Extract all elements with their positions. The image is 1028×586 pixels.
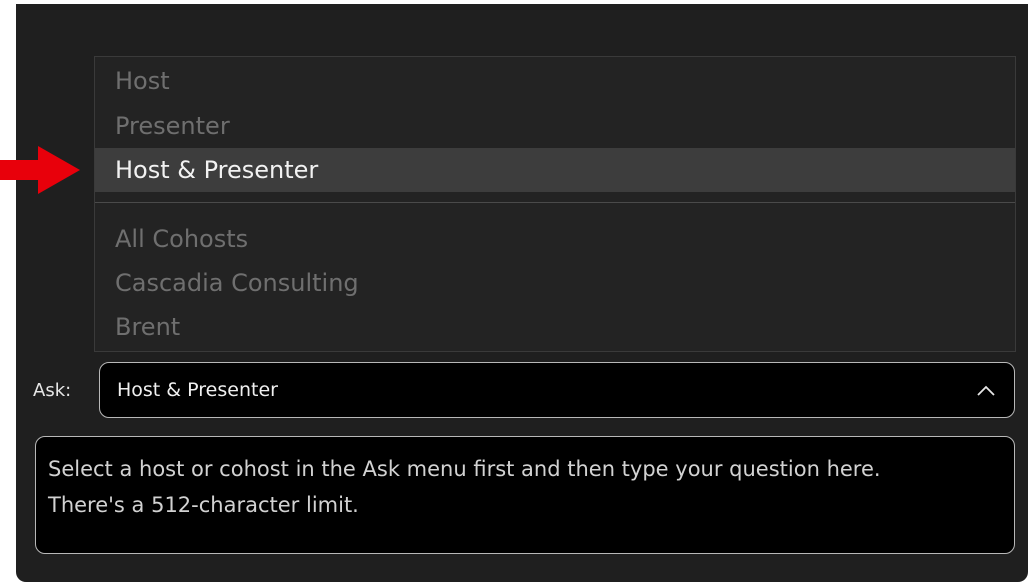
ask-label: Ask: <box>33 380 72 401</box>
ask-selected-value: Host & Presenter <box>117 379 278 401</box>
menu-item-host-and-presenter[interactable]: Host & Presenter <box>95 148 1015 192</box>
red-arrow-right-icon <box>0 146 80 194</box>
menu-item-presenter[interactable]: Presenter <box>95 104 1015 148</box>
ask-dropdown-menu: Host Presenter Host & Presenter All Coho… <box>94 56 1016 352</box>
menu-item-brent[interactable]: Brent <box>95 305 1015 349</box>
chevron-up-icon[interactable] <box>974 379 998 403</box>
menu-item-all-cohosts[interactable]: All Cohosts <box>95 217 1015 261</box>
question-input[interactable]: Select a host or cohost in the Ask menu … <box>35 436 1015 554</box>
question-placeholder: Select a host or cohost in the Ask menu … <box>48 457 881 517</box>
ask-select[interactable]: Host & Presenter <box>99 362 1015 418</box>
menu-item-host[interactable]: Host <box>95 59 1015 103</box>
menu-item-cascadia-consulting[interactable]: Cascadia Consulting <box>95 261 1015 305</box>
menu-divider <box>95 202 1015 203</box>
